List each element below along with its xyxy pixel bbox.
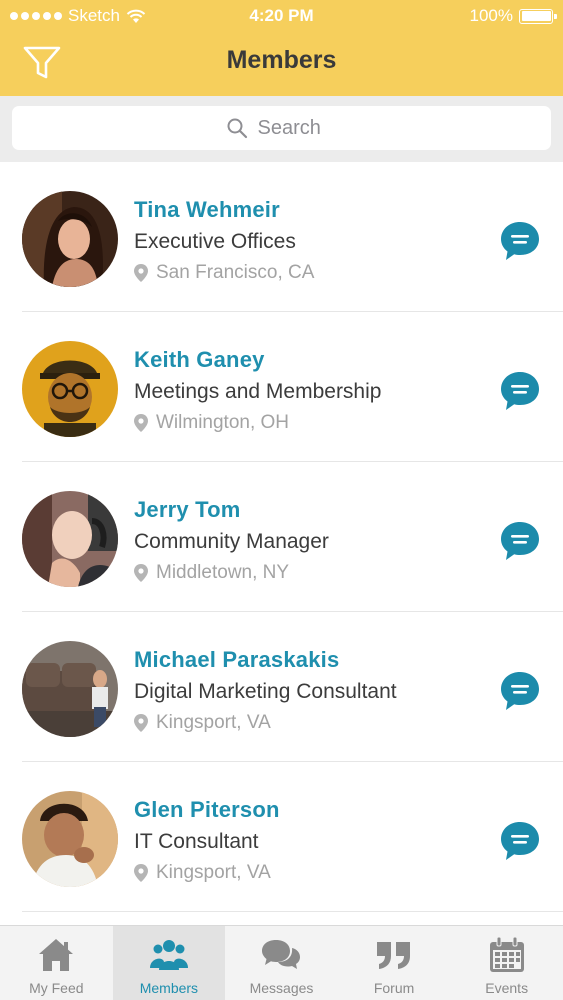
member-avatar[interactable] <box>22 191 118 287</box>
tab-label: Messages <box>249 980 314 996</box>
member-row[interactable]: Glen Piterson IT Consultant Kingsport, V… <box>0 762 563 912</box>
member-avatar[interactable] <box>22 641 118 737</box>
member-location-text: San Francisco, CA <box>156 262 315 283</box>
member-row[interactable]: Tina Wehmeir Executive Offices San Franc… <box>0 162 563 312</box>
member-department: Meetings and Membership <box>134 380 382 403</box>
tab-bar: My Feed Members Messages Forum Events <box>0 925 563 1000</box>
battery-percent: 100% <box>469 6 513 25</box>
member-name[interactable]: Keith Ganey <box>134 347 265 373</box>
tab-label: Events <box>485 980 529 996</box>
member-location: Kingsport, VA <box>134 712 271 734</box>
member-location: Middletown, NY <box>134 562 289 584</box>
members-list: Tina Wehmeir Executive Offices San Franc… <box>0 162 563 925</box>
quote-icon <box>377 942 411 969</box>
member-name[interactable]: Glen Piterson <box>134 797 280 823</box>
tab-forum[interactable]: Forum <box>338 926 451 1000</box>
status-bar: Sketch 4:20 PM 100% <box>0 0 563 32</box>
message-member-button[interactable] <box>499 670 541 712</box>
member-row[interactable]: Michael Paraskakis Digital Marketing Con… <box>0 612 563 762</box>
message-member-button[interactable] <box>499 370 541 412</box>
search-field[interactable] <box>12 106 551 150</box>
search-input[interactable] <box>257 116 338 140</box>
member-department: IT Consultant <box>134 830 259 853</box>
search-icon <box>227 118 247 139</box>
member-row[interactable]: Keith Ganey Meetings and Membership Wilm… <box>0 312 563 462</box>
member-location: San Francisco, CA <box>134 262 314 284</box>
search-bar <box>0 96 563 162</box>
member-name[interactable]: Michael Paraskakis <box>134 647 339 673</box>
tab-messages[interactable]: Messages <box>225 926 338 1000</box>
tab-my-feed[interactable]: My Feed <box>0 926 113 1000</box>
member-location: Kingsport, VA <box>134 862 271 884</box>
tab-members[interactable]: Members <box>112 926 226 1000</box>
member-location-text: Middletown, NY <box>156 562 290 583</box>
battery-icon <box>519 8 557 24</box>
member-location: Wilmington, OH <box>134 412 289 434</box>
location-pin-icon <box>134 264 148 282</box>
message-member-button[interactable] <box>499 220 541 262</box>
tab-label: Members <box>139 980 199 996</box>
chat-bubbles-icon <box>262 940 301 969</box>
member-avatar[interactable] <box>22 491 118 587</box>
location-pin-icon <box>134 864 148 882</box>
member-location-text: Kingsport, VA <box>156 712 271 733</box>
member-avatar[interactable] <box>22 791 118 887</box>
members-icon <box>149 940 188 970</box>
app-header: Sketch 4:20 PM 100% Members <box>0 0 563 96</box>
member-location-text: Kingsport, VA <box>156 862 271 883</box>
home-icon <box>39 939 74 971</box>
tab-label: My Feed <box>29 980 84 996</box>
member-name[interactable]: Tina Wehmeir <box>134 197 280 223</box>
member-department: Executive Offices <box>134 230 296 253</box>
member-avatar[interactable] <box>22 341 118 437</box>
member-department: Community Manager <box>134 530 329 553</box>
location-pin-icon <box>134 414 148 432</box>
member-name[interactable]: Jerry Tom <box>134 497 241 523</box>
page-title: Members <box>226 46 337 74</box>
member-location-text: Wilmington, OH <box>156 412 290 433</box>
message-member-button[interactable] <box>499 520 541 562</box>
calendar-icon <box>489 936 524 972</box>
member-row[interactable]: Jerry Tom Community Manager Middletown, … <box>0 462 563 612</box>
message-member-button[interactable] <box>499 820 541 862</box>
location-pin-icon <box>134 564 148 582</box>
member-department: Digital Marketing Consultant <box>134 680 397 703</box>
tab-events[interactable]: Events <box>450 926 563 1000</box>
tab-label: Forum <box>373 980 415 996</box>
location-pin-icon <box>134 714 148 732</box>
